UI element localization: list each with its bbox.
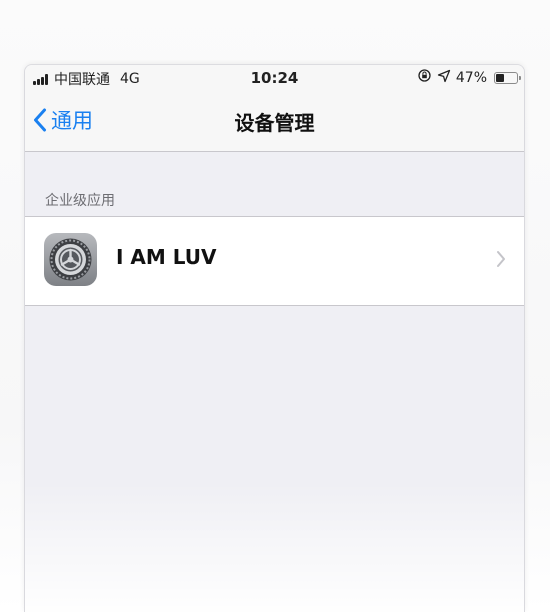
status-right: 47% <box>417 68 521 87</box>
battery-tip <box>519 75 521 80</box>
battery-icon <box>494 71 521 84</box>
chevron-right-icon <box>497 251 505 267</box>
phone-screen: 中国联通 4G 10:24 47% 通用 设备管理 企业级应用 I AM LUV <box>24 64 525 612</box>
status-bar: 中国联通 4G 10:24 47% <box>25 65 524 91</box>
page-title: 设备管理 <box>234 111 315 135</box>
location-arrow-icon <box>437 69 451 87</box>
bottom-fade-overlay <box>25 482 524 612</box>
navigation-bar: 通用 设备管理 <box>25 91 524 152</box>
settings-gear-icon <box>44 233 97 286</box>
section-header: 企业级应用 <box>45 193 115 209</box>
app-name: I AM LUV <box>116 245 217 269</box>
list-item-app[interactable]: I AM LUV <box>25 216 524 306</box>
rotation-lock-icon <box>417 68 432 87</box>
battery-fill <box>496 73 504 82</box>
battery-percent: 47% <box>455 69 487 86</box>
